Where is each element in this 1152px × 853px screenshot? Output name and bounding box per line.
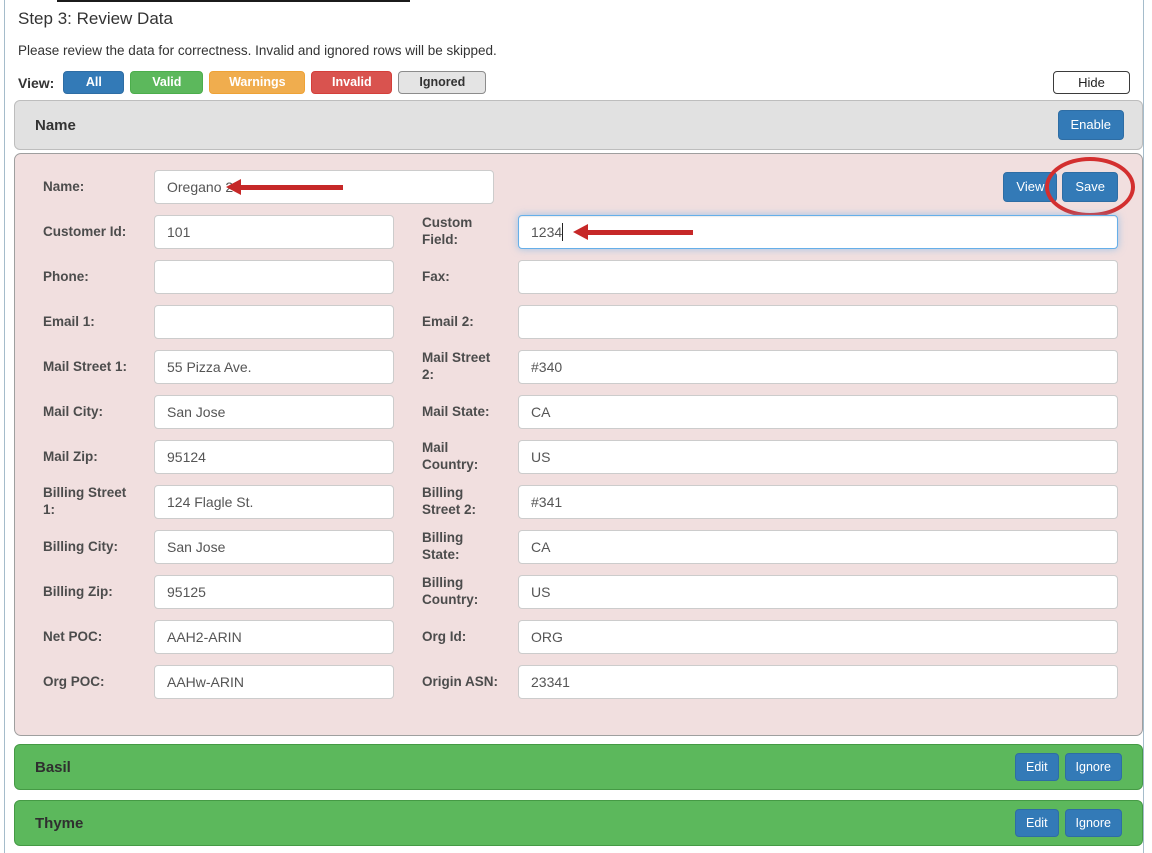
- name-input-wrap: [154, 170, 494, 204]
- mail-country-input[interactable]: [518, 440, 1118, 474]
- valid-row-basil: Basil Edit Ignore: [14, 744, 1143, 790]
- mail-street2-label: Mail Street 2:: [408, 350, 504, 384]
- ignore-button-thyme[interactable]: Ignore: [1065, 809, 1122, 837]
- billing-zip-input[interactable]: [154, 575, 394, 609]
- row-title-basil: Basil: [35, 759, 71, 776]
- view-filter-bar: View: All Valid Warnings Invalid Ignored…: [18, 71, 1143, 94]
- edit-button-basil[interactable]: Edit: [1015, 753, 1059, 781]
- email2-input[interactable]: [518, 305, 1118, 339]
- form-row-phone-fax: Phone: Fax:: [29, 260, 1118, 294]
- name-section-title: Name: [35, 117, 76, 134]
- form-row-billing-street: Billing Street 1: Billing Street 2:: [29, 485, 1118, 519]
- email2-label: Email 2:: [408, 314, 504, 331]
- billing-zip-label: Billing Zip:: [29, 584, 140, 601]
- org-poc-input[interactable]: [154, 665, 394, 699]
- mail-zip-label: Mail Zip:: [29, 449, 140, 466]
- ignore-button-basil[interactable]: Ignore: [1065, 753, 1122, 781]
- mail-city-input[interactable]: [154, 395, 394, 429]
- record-actions: View Save: [1003, 172, 1118, 203]
- customer-id-label: Customer Id:: [29, 224, 140, 241]
- org-id-input[interactable]: [518, 620, 1118, 654]
- mail-state-label: Mail State:: [408, 404, 504, 421]
- net-poc-input[interactable]: [154, 620, 394, 654]
- record-edit-panel: Name: View Save Customer Id: Custom Fiel…: [14, 153, 1143, 736]
- form-row-billing-zip-country: Billing Zip: Billing Country:: [29, 575, 1118, 609]
- billing-city-label: Billing City:: [29, 539, 140, 556]
- page-title: Step 3: Review Data: [14, 0, 1143, 29]
- form-row-orgpoc-asn: Org POC: Origin ASN:: [29, 665, 1118, 699]
- phone-input[interactable]: [154, 260, 394, 294]
- origin-asn-input[interactable]: [518, 665, 1118, 699]
- mail-city-label: Mail City:: [29, 404, 140, 421]
- email1-input[interactable]: [154, 305, 394, 339]
- fax-input[interactable]: [518, 260, 1118, 294]
- org-poc-label: Org POC:: [29, 674, 140, 691]
- billing-street1-input[interactable]: [154, 485, 394, 519]
- email1-label: Email 1:: [29, 314, 140, 331]
- filter-all-button[interactable]: All: [63, 71, 124, 94]
- billing-state-label: Billing State:: [408, 530, 504, 564]
- custom-field-input[interactable]: [518, 215, 1118, 249]
- review-data-page: Step 3: Review Data Please review the da…: [0, 0, 1152, 846]
- mail-country-label: Mail Country:: [408, 440, 504, 474]
- custom-field-label: Custom Field:: [408, 215, 492, 249]
- filter-invalid-button[interactable]: Invalid: [311, 71, 392, 94]
- fax-label: Fax:: [408, 269, 504, 286]
- text-cursor: [562, 223, 563, 241]
- row-actions-basil: Edit Ignore: [1015, 753, 1122, 781]
- save-button-wrap: Save: [1062, 172, 1118, 203]
- org-id-label: Org Id:: [408, 629, 504, 646]
- billing-street2-label: Billing Street 2:: [408, 485, 492, 519]
- billing-city-input[interactable]: [154, 530, 394, 564]
- hide-button[interactable]: Hide: [1053, 71, 1130, 94]
- valid-row-thyme: Thyme Edit Ignore: [14, 800, 1143, 846]
- mail-street1-label: Mail Street 1:: [29, 359, 140, 376]
- page-subtitle: Please review the data for correctness. …: [14, 29, 1143, 58]
- billing-street1-label: Billing Street 1:: [29, 485, 135, 519]
- form-row-mail-city-state: Mail City: Mail State:: [29, 395, 1118, 429]
- filter-warnings-button[interactable]: Warnings: [209, 71, 305, 94]
- view-label: View:: [18, 75, 54, 91]
- mail-street1-input[interactable]: [154, 350, 394, 384]
- origin-asn-label: Origin ASN:: [408, 674, 504, 691]
- row-actions-thyme: Edit Ignore: [1015, 809, 1122, 837]
- billing-country-input[interactable]: [518, 575, 1118, 609]
- billing-country-label: Billing Country:: [408, 575, 492, 609]
- form-row-netpoc-orgid: Net POC: Org Id:: [29, 620, 1118, 654]
- save-button[interactable]: Save: [1062, 172, 1118, 203]
- name-input[interactable]: [154, 170, 494, 204]
- form-row-mail-street: Mail Street 1: Mail Street 2:: [29, 350, 1118, 384]
- form-row-emails: Email 1: Email 2:: [29, 305, 1118, 339]
- form-row-name: Name: View Save: [29, 170, 1118, 204]
- enable-button[interactable]: Enable: [1058, 110, 1124, 141]
- name-field-label: Name:: [29, 179, 140, 196]
- form-row-customer-custom: Customer Id: Custom Field:: [29, 215, 1118, 249]
- name-section-header: Name Enable: [14, 100, 1143, 150]
- billing-street2-input[interactable]: [518, 485, 1118, 519]
- phone-label: Phone:: [29, 269, 140, 286]
- mail-state-input[interactable]: [518, 395, 1118, 429]
- custom-field-input-wrap: [518, 215, 1118, 249]
- form-row-mail-zip-country: Mail Zip: Mail Country:: [29, 440, 1118, 474]
- form-row-billing-city-state: Billing City: Billing State:: [29, 530, 1118, 564]
- edit-button-thyme[interactable]: Edit: [1015, 809, 1059, 837]
- billing-state-input[interactable]: [518, 530, 1118, 564]
- row-title-thyme: Thyme: [35, 815, 83, 832]
- customer-id-input[interactable]: [154, 215, 394, 249]
- filter-valid-button[interactable]: Valid: [130, 71, 203, 94]
- view-button[interactable]: View: [1003, 172, 1057, 203]
- customer-id-input-wrap: [154, 215, 394, 249]
- mail-zip-input[interactable]: [154, 440, 394, 474]
- filter-ignored-button[interactable]: Ignored: [398, 71, 486, 94]
- mail-street2-input[interactable]: [518, 350, 1118, 384]
- net-poc-label: Net POC:: [29, 629, 140, 646]
